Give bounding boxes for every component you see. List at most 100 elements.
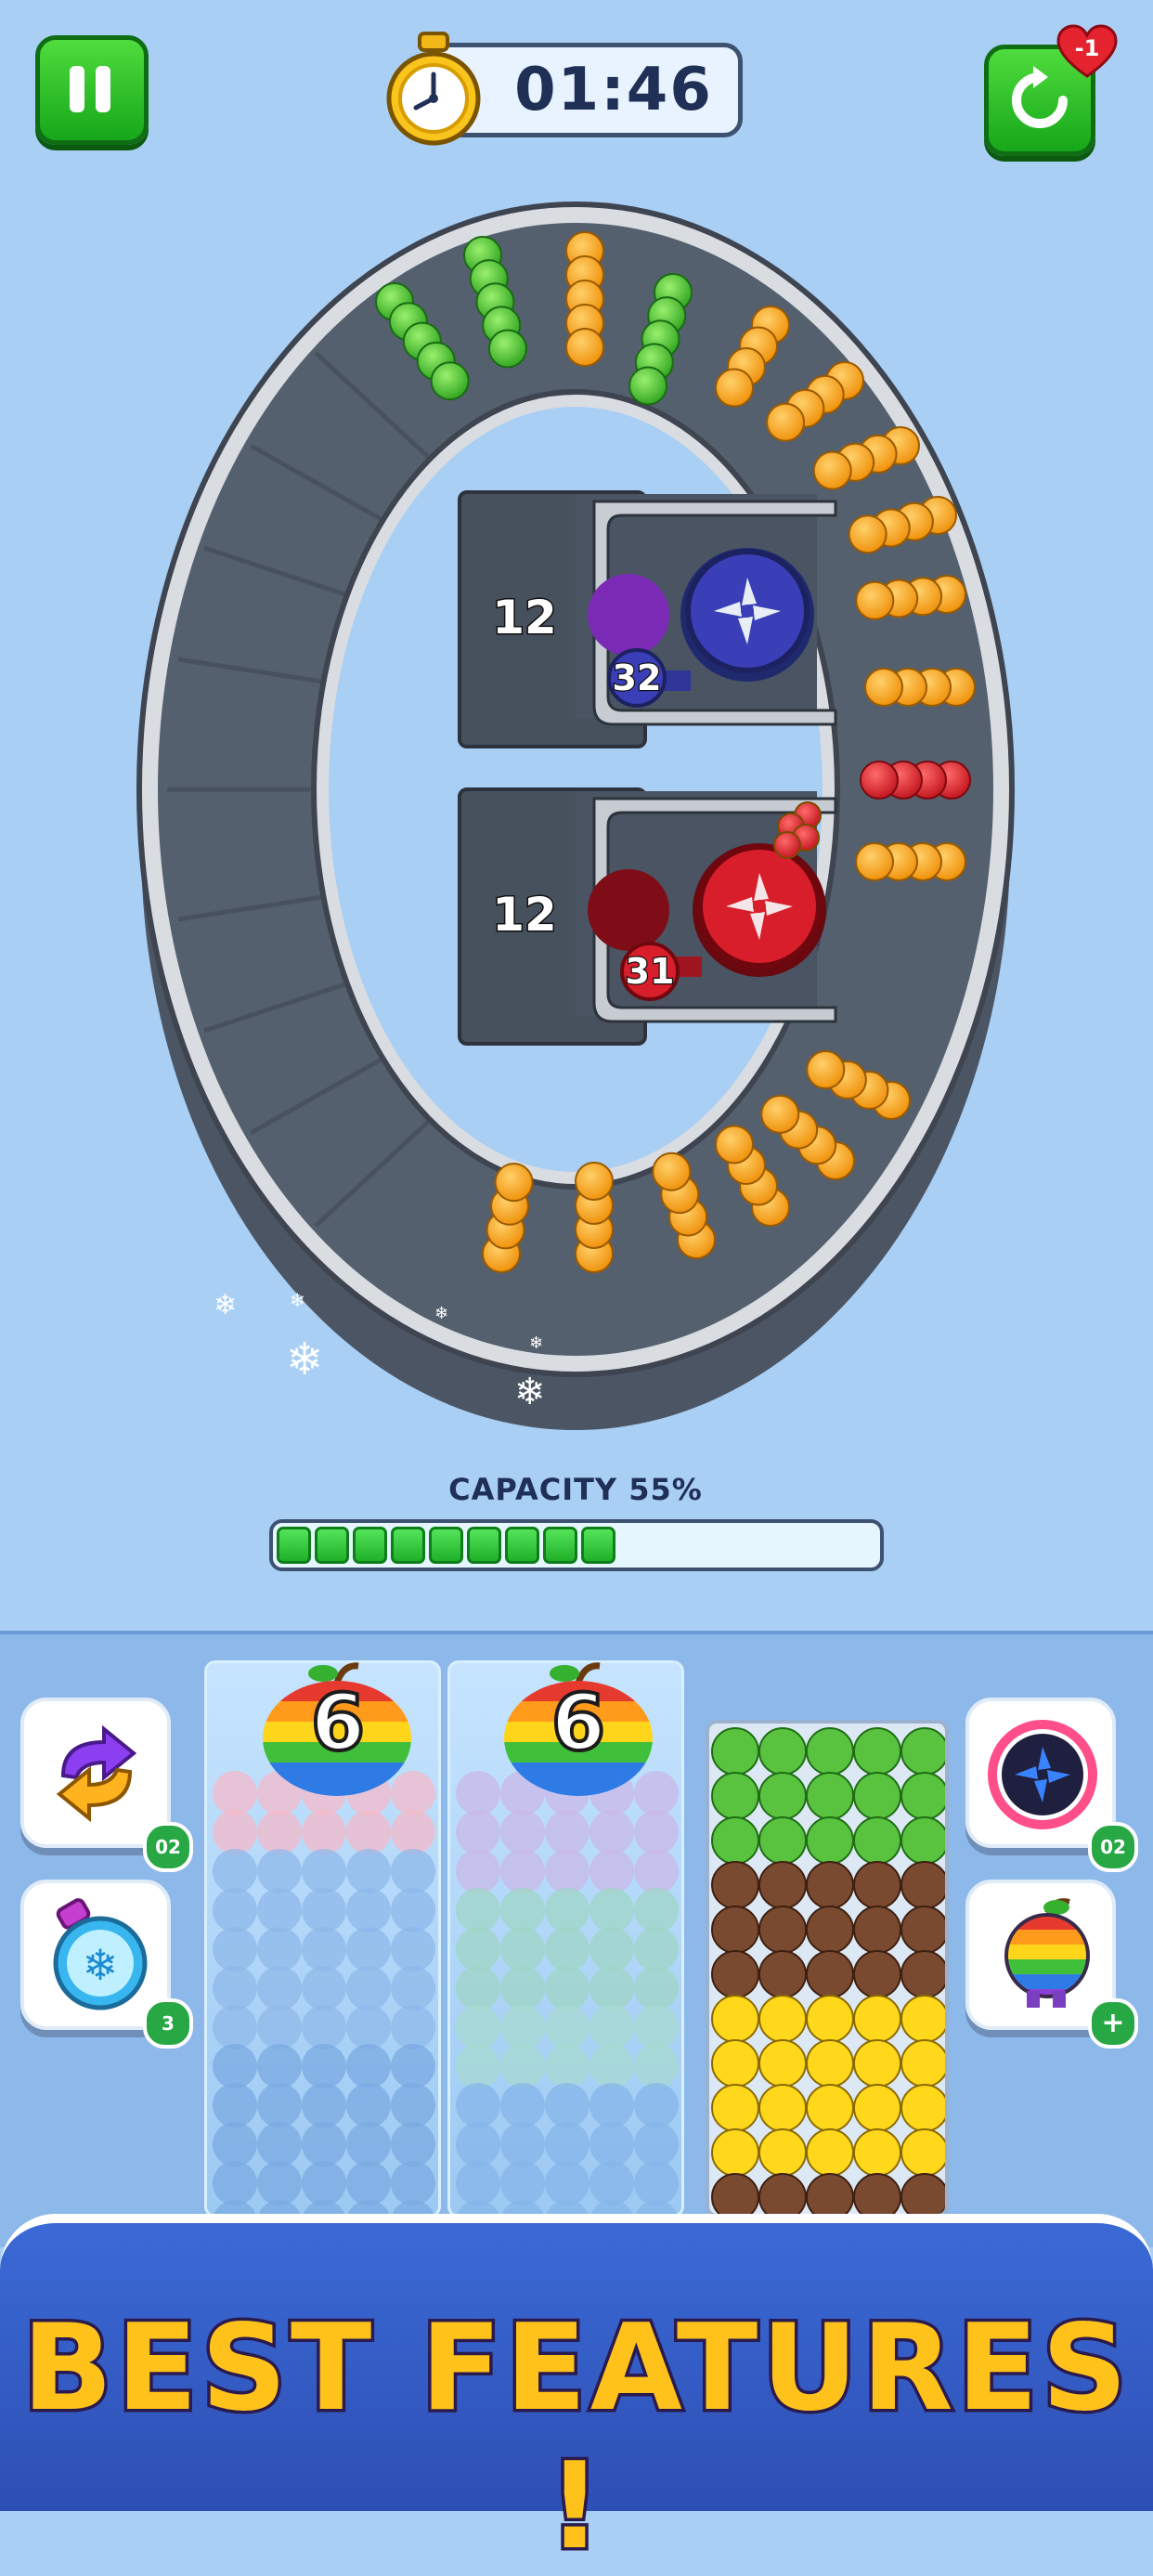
fruit-column[interactable] bbox=[706, 1720, 949, 2218]
frozen-fruit bbox=[391, 2083, 435, 2127]
frozen-fruit bbox=[213, 2083, 257, 2127]
lemon-fruit bbox=[806, 1995, 854, 2043]
green-apple-fruit bbox=[758, 1727, 807, 1776]
fruit bbox=[855, 842, 894, 881]
pause-icon bbox=[70, 66, 84, 112]
frozen-fruit bbox=[257, 1810, 302, 1854]
lemon-fruit bbox=[900, 2039, 945, 2088]
snowflake-icon: ❄ bbox=[514, 1371, 546, 1413]
green-apple-fruit bbox=[758, 1816, 807, 1865]
fruit bbox=[766, 402, 806, 442]
lemon-fruit bbox=[806, 2128, 854, 2177]
frozen-fruit bbox=[346, 2161, 391, 2205]
frozen-fruit bbox=[634, 1888, 679, 1932]
coconut-fruit bbox=[758, 1861, 807, 1909]
coconut-fruit bbox=[711, 1950, 759, 1998]
lemon-fruit bbox=[853, 2084, 901, 2132]
green-apple-fruit bbox=[853, 1727, 901, 1776]
green-apple-fruit bbox=[711, 1816, 759, 1865]
frozen-fruit bbox=[545, 2083, 589, 2127]
green-apple-fruit bbox=[900, 1772, 945, 1820]
lives-delta: -1 bbox=[1074, 35, 1100, 61]
frozen-fruit bbox=[589, 1849, 634, 1893]
frozen-fruit bbox=[634, 1810, 679, 1854]
frozen-fruit bbox=[391, 1888, 435, 1932]
shooter-count: 31 bbox=[626, 951, 675, 992]
rainbow-fruit-booster-button[interactable]: + bbox=[965, 1880, 1138, 2049]
timer-text: 01:46 bbox=[514, 56, 713, 124]
coconut-fruit bbox=[806, 1950, 854, 1998]
frozen-fruit bbox=[545, 1810, 589, 1854]
frozen-fruit bbox=[257, 2122, 302, 2166]
frozen-fruit bbox=[213, 1849, 257, 1893]
frozen-fruit bbox=[589, 1888, 634, 1932]
lemon-fruit bbox=[853, 1995, 901, 2043]
conveyor-board: 32 12 31 12 bbox=[136, 202, 1015, 1430]
rainbow-add-badge: + bbox=[1088, 1998, 1138, 2049]
frozen-fruit bbox=[589, 2044, 634, 2088]
coconut-fruit bbox=[900, 1861, 945, 1909]
frozen-fruit bbox=[545, 1888, 589, 1932]
fruit bbox=[773, 831, 801, 859]
frozen-fruit bbox=[391, 1966, 435, 2010]
coconut-fruit bbox=[806, 1906, 854, 1954]
green-apple-fruit bbox=[806, 1727, 854, 1776]
frozen-fruit bbox=[213, 2044, 257, 2088]
frozen-fruit bbox=[346, 2044, 391, 2088]
frozen-fruit bbox=[500, 2044, 545, 2088]
green-apple-fruit bbox=[853, 1816, 901, 1865]
lemon-fruit bbox=[758, 1995, 807, 2043]
frozen-fruit bbox=[302, 1888, 346, 1932]
capacity-segment bbox=[467, 1527, 501, 1564]
lemon-fruit bbox=[900, 2084, 945, 2132]
lemon-fruit bbox=[853, 2039, 901, 2088]
snowflake-icon: ❄ bbox=[286, 1334, 324, 1386]
frozen-fruit bbox=[589, 2161, 634, 2205]
frozen-fruit bbox=[500, 1927, 545, 1971]
fruit bbox=[628, 366, 668, 406]
frozen-fruit bbox=[589, 1810, 634, 1854]
frozen-fruit bbox=[500, 2005, 545, 2049]
frozen-fruit bbox=[213, 1888, 257, 1932]
frozen-fruit bbox=[391, 1927, 435, 1971]
frozen-fruit bbox=[545, 1927, 589, 1971]
coconut-fruit bbox=[711, 1861, 759, 1909]
shuffle-booster-button[interactable]: 02 bbox=[20, 1698, 193, 1872]
fruit bbox=[715, 1125, 754, 1164]
coconut-fruit bbox=[853, 1906, 901, 1954]
frozen-fruit bbox=[213, 1927, 257, 1971]
lemon-fruit bbox=[853, 2128, 901, 2177]
frozen-fruit bbox=[391, 1810, 435, 1854]
green-apple-fruit bbox=[806, 1772, 854, 1820]
freeze-count-badge: 3 bbox=[143, 1998, 193, 2049]
freeze-booster-button[interactable]: ❄ 3 bbox=[20, 1880, 193, 2049]
frozen-fruit bbox=[213, 2005, 257, 2049]
coconut-fruit bbox=[711, 2173, 759, 2214]
frozen-fruit bbox=[456, 1927, 500, 1971]
block-count: 12 bbox=[492, 591, 557, 644]
capacity-segment bbox=[391, 1527, 425, 1564]
coconut-fruit bbox=[806, 1861, 854, 1909]
fruit bbox=[715, 368, 754, 408]
pause-button[interactable] bbox=[35, 35, 149, 145]
green-apple-fruit bbox=[711, 1727, 759, 1776]
snowflake-icon: ❄ bbox=[214, 1289, 238, 1321]
frozen-fruit bbox=[634, 2083, 679, 2127]
frozen-fruit bbox=[589, 2005, 634, 2049]
frozen-fruit bbox=[302, 1966, 346, 2010]
snowflake-icon: ❄ bbox=[529, 1334, 544, 1353]
frozen-fruit bbox=[456, 1771, 500, 1815]
capacity-fill bbox=[277, 1527, 615, 1564]
shuriken-booster-button[interactable]: 02 bbox=[965, 1698, 1138, 1872]
frozen-fruit bbox=[500, 1849, 545, 1893]
frozen-fruit bbox=[391, 2005, 435, 2049]
banner-title: BEST FEATURES ! bbox=[19, 2296, 1132, 2576]
fruit bbox=[848, 514, 887, 554]
frozen-fruit bbox=[634, 1849, 679, 1893]
lemon-fruit bbox=[900, 1995, 945, 2043]
frozen-fruit bbox=[589, 1966, 634, 2010]
fruit bbox=[575, 1162, 614, 1201]
green-apple-fruit bbox=[853, 1772, 901, 1820]
frozen-fruit bbox=[302, 2005, 346, 2049]
fruit bbox=[565, 328, 604, 367]
